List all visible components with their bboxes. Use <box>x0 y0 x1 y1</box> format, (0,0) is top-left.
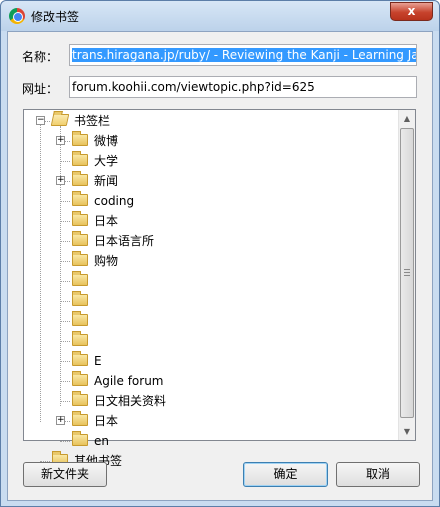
vertical-scrollbar[interactable]: ▲ ▼ <box>398 110 415 440</box>
folder-icon <box>72 351 88 366</box>
new-folder-button[interactable]: 新文件夹 <box>23 462 107 487</box>
tree-folder-item[interactable] <box>24 291 394 310</box>
folder-icon <box>72 311 88 326</box>
tree-connector <box>60 321 70 322</box>
url-label: 网址： <box>22 82 59 96</box>
folder-icon <box>72 191 88 206</box>
tree-folder-item[interactable]: 日本语言所 <box>24 231 394 250</box>
tree-folder-item[interactable]: + 微博 <box>24 131 394 150</box>
tree-folder-item[interactable]: + 新闻 <box>24 171 394 190</box>
name-label: 名称： <box>22 50 59 64</box>
tree-item-label: 购物 <box>94 254 119 268</box>
folder-tree[interactable]: − 书签栏 + 微博 大学 + 新闻 coding 日本 日本语言所 购物 E Agile forum 日… <box>23 109 416 468</box>
tree-connector <box>60 401 70 402</box>
folder-icon <box>72 151 88 166</box>
title-bar[interactable]: 修改书签 x <box>1 1 439 31</box>
tree-connector <box>60 381 70 382</box>
tree-item-label: 日本语言所 <box>94 234 155 248</box>
tree-connector <box>60 221 70 222</box>
url-field-value: forum.koohii.com/viewtopic.php?id=625 <box>72 80 315 94</box>
folder-icon <box>72 231 88 246</box>
ok-button[interactable]: 确定 <box>243 462 328 487</box>
window-title: 修改书签 <box>31 10 80 24</box>
tree-folder-item[interactable]: 购物 <box>24 251 394 270</box>
tree-folder-item[interactable]: 日本 <box>24 211 394 230</box>
tree-connector <box>60 241 70 242</box>
tree-folder-item[interactable]: + 日本 <box>24 411 394 430</box>
tree-connector <box>60 361 70 362</box>
url-field[interactable]: forum.koohii.com/viewtopic.php?id=625 <box>69 76 417 98</box>
folder-icon <box>72 171 88 186</box>
tree-folder-item[interactable]: coding <box>24 191 394 210</box>
tree-folder-item[interactable]: 大学 <box>24 151 394 170</box>
chrome-icon <box>9 8 25 24</box>
name-field[interactable]: trans.hiragana.jp/ruby/ - Reviewing the … <box>69 44 417 66</box>
folder-icon <box>72 251 88 266</box>
tree-item-label: 新闻 <box>94 174 119 188</box>
folder-icon <box>72 211 88 226</box>
cancel-button[interactable]: 取消 <box>336 462 420 487</box>
tree-connector <box>60 281 70 282</box>
scroll-thumb[interactable] <box>400 128 414 418</box>
tree-connector <box>60 341 70 342</box>
close-button[interactable]: x <box>390 2 433 21</box>
tree-item-label: 大学 <box>94 154 119 168</box>
expander-icon[interactable]: − <box>36 116 45 125</box>
expander-icon[interactable]: + <box>56 136 65 145</box>
expander-icon[interactable]: + <box>56 176 65 185</box>
open-folder-icon <box>50 114 70 126</box>
tree-item-label: E <box>94 354 102 368</box>
tree-connector <box>60 201 70 202</box>
grip-icon <box>404 269 410 276</box>
tree-item-label: 日本 <box>94 214 119 228</box>
tree-item-label: 日本 <box>94 414 119 428</box>
folder-icon <box>72 131 88 146</box>
tree-connector <box>60 161 70 162</box>
tree-connector <box>60 261 70 262</box>
scroll-up-arrow-icon[interactable]: ▲ <box>399 110 415 127</box>
tree-folder-item[interactable]: E <box>24 351 394 370</box>
tree-folder-item[interactable]: en <box>24 431 394 450</box>
tree-folder-item[interactable] <box>24 271 394 290</box>
tree-connector <box>60 301 70 302</box>
folder-icon <box>72 411 88 426</box>
tree-folder-item[interactable] <box>24 331 394 350</box>
tree-item-label: 微博 <box>94 134 119 148</box>
tree-folder-item[interactable]: 日文相关资料 <box>24 391 394 410</box>
scroll-down-arrow-icon[interactable]: ▼ <box>399 423 415 440</box>
tree-connector <box>60 441 70 442</box>
folder-icon <box>72 431 88 446</box>
tree-root-folder[interactable]: − 书签栏 <box>24 112 394 130</box>
tree-item-label: coding <box>94 194 135 208</box>
tree-item-label: Agile forum <box>94 374 164 388</box>
tree-item-label: 日文相关资料 <box>94 394 167 408</box>
folder-icon <box>72 331 88 346</box>
expander-icon[interactable]: + <box>56 416 65 425</box>
folder-icon <box>72 391 88 406</box>
tree-folder-item[interactable] <box>24 311 394 330</box>
dialog-body: 名称： trans.hiragana.jp/ruby/ - Reviewing … <box>7 31 433 501</box>
folder-icon <box>72 371 88 386</box>
tree-folder-item[interactable]: Agile forum <box>24 371 394 390</box>
tree-item-label: en <box>94 434 109 448</box>
tree-item-label: 书签栏 <box>74 114 111 128</box>
edit-bookmark-dialog: 修改书签 x 名称： trans.hiragana.jp/ruby/ - Rev… <box>0 0 440 507</box>
name-field-value: trans.hiragana.jp/ruby/ - Reviewing the … <box>72 48 416 62</box>
folder-icon <box>72 271 88 286</box>
folder-icon <box>72 291 88 306</box>
